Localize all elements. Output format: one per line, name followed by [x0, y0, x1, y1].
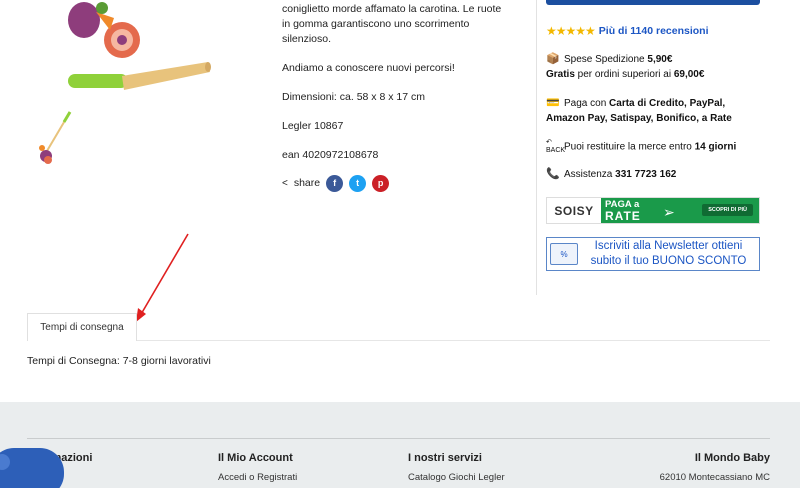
product-image[interactable]	[62, 0, 212, 100]
soisy-logo: SOISY	[554, 203, 594, 218]
rating-stars: ★★★★★	[546, 24, 596, 38]
sidebar-divider	[536, 0, 537, 295]
footer-column-servizi: I nostri servizi Catalogo Giochi Legler	[408, 452, 505, 483]
package-icon: 📦	[546, 53, 560, 65]
footer-heading: Il Mio Account	[218, 452, 293, 464]
annotation-arrow-icon	[136, 233, 189, 322]
description-line: in gomma garantiscono uno scorrimento	[282, 18, 470, 30]
rating-row: ★★★★★ Più di 1140 recensioni	[546, 24, 709, 38]
description-line: coniglietto morde affamato la carotina. …	[282, 3, 502, 15]
pinterest-icon[interactable]: p	[372, 175, 390, 192]
tab-baseline	[27, 340, 770, 341]
footer-link-login[interactable]: Accedi o Registrati	[218, 472, 297, 483]
description-paragraph: Andiamo a conoscere nuovi percorsi!	[282, 62, 455, 74]
product-thumbnail[interactable]	[36, 108, 76, 170]
tab-content: Tempi di Consegna: 7-8 giorni lavorativi	[27, 355, 211, 367]
footer-column-account: Il Mio Account Accedi o Registrati	[218, 452, 297, 483]
newsletter-line-1: Iscriviti alla Newsletter ottieni	[594, 240, 743, 252]
payment-info: 💳 Paga con Carta di Credito, PayPal, Amaz…	[546, 97, 732, 124]
product-ean: ean 4020972108678	[282, 149, 379, 161]
description-line: silenzioso.	[282, 33, 332, 45]
footer-link-catalogo[interactable]: Catalogo Giochi Legler	[408, 472, 505, 483]
footer-column-mondo-baby: Il Mondo Baby 62010 Montecassiano MC	[660, 452, 770, 483]
soisy-banner[interactable]: SOISY PAGA a RATE ➢ SCOPRI DI PIÙ	[546, 197, 760, 224]
chat-icon	[0, 454, 10, 470]
paper-plane-icon: ➢	[663, 204, 675, 220]
discount-coupon-icon: %	[550, 243, 578, 265]
credit-card-icon: 💳	[546, 97, 560, 109]
phone-icon: 📞	[546, 168, 560, 180]
product-description: coniglietto morde affamato la carotina. …	[282, 0, 522, 192]
support-info: 📞 Assistenza 331 7723 162	[546, 168, 677, 180]
returns-info: ↶ BACKPuoi restituire la merce entro 14 g…	[546, 139, 737, 154]
add-to-cart-button[interactable]	[546, 0, 760, 5]
footer-heading: Il Mondo Baby	[694, 452, 770, 464]
newsletter-banner[interactable]: % Iscriviti alla Newsletter ottieni subi…	[546, 237, 760, 271]
share-label: share	[293, 177, 321, 189]
product-dimensions: Dimensioni: ca. 58 x 8 x 17 cm	[282, 91, 425, 103]
footer: Informazioni Il Mio Account Accedi o Reg…	[0, 402, 800, 488]
share-row: < share f t p	[282, 175, 522, 192]
facebook-icon[interactable]: f	[326, 175, 344, 192]
twitter-icon[interactable]: t	[349, 175, 367, 192]
shipping-info: 📦 Spese Spedizione 5,90€ Gratis per ordin…	[546, 53, 705, 80]
return-back-icon: ↶ BACK	[546, 139, 566, 154]
tab-tempi-di-consegna[interactable]: Tempi di consegna	[27, 313, 137, 341]
footer-divider	[27, 438, 770, 439]
newsletter-line-2: subito il tuo BUONO SCONTO	[590, 255, 747, 267]
reviews-link[interactable]: Più di 1140 recensioni	[599, 25, 709, 37]
chat-widget-button[interactable]	[0, 448, 64, 488]
footer-address: 62010 Montecassiano MC	[659, 472, 770, 483]
soisy-rate-label: RATE	[605, 209, 641, 223]
product-code: Legler 10867	[282, 120, 344, 132]
share-icon: <	[282, 178, 288, 189]
soisy-discover-button[interactable]: SCOPRI DI PIÙ	[702, 204, 753, 216]
footer-heading: I nostri servizi	[408, 452, 482, 464]
